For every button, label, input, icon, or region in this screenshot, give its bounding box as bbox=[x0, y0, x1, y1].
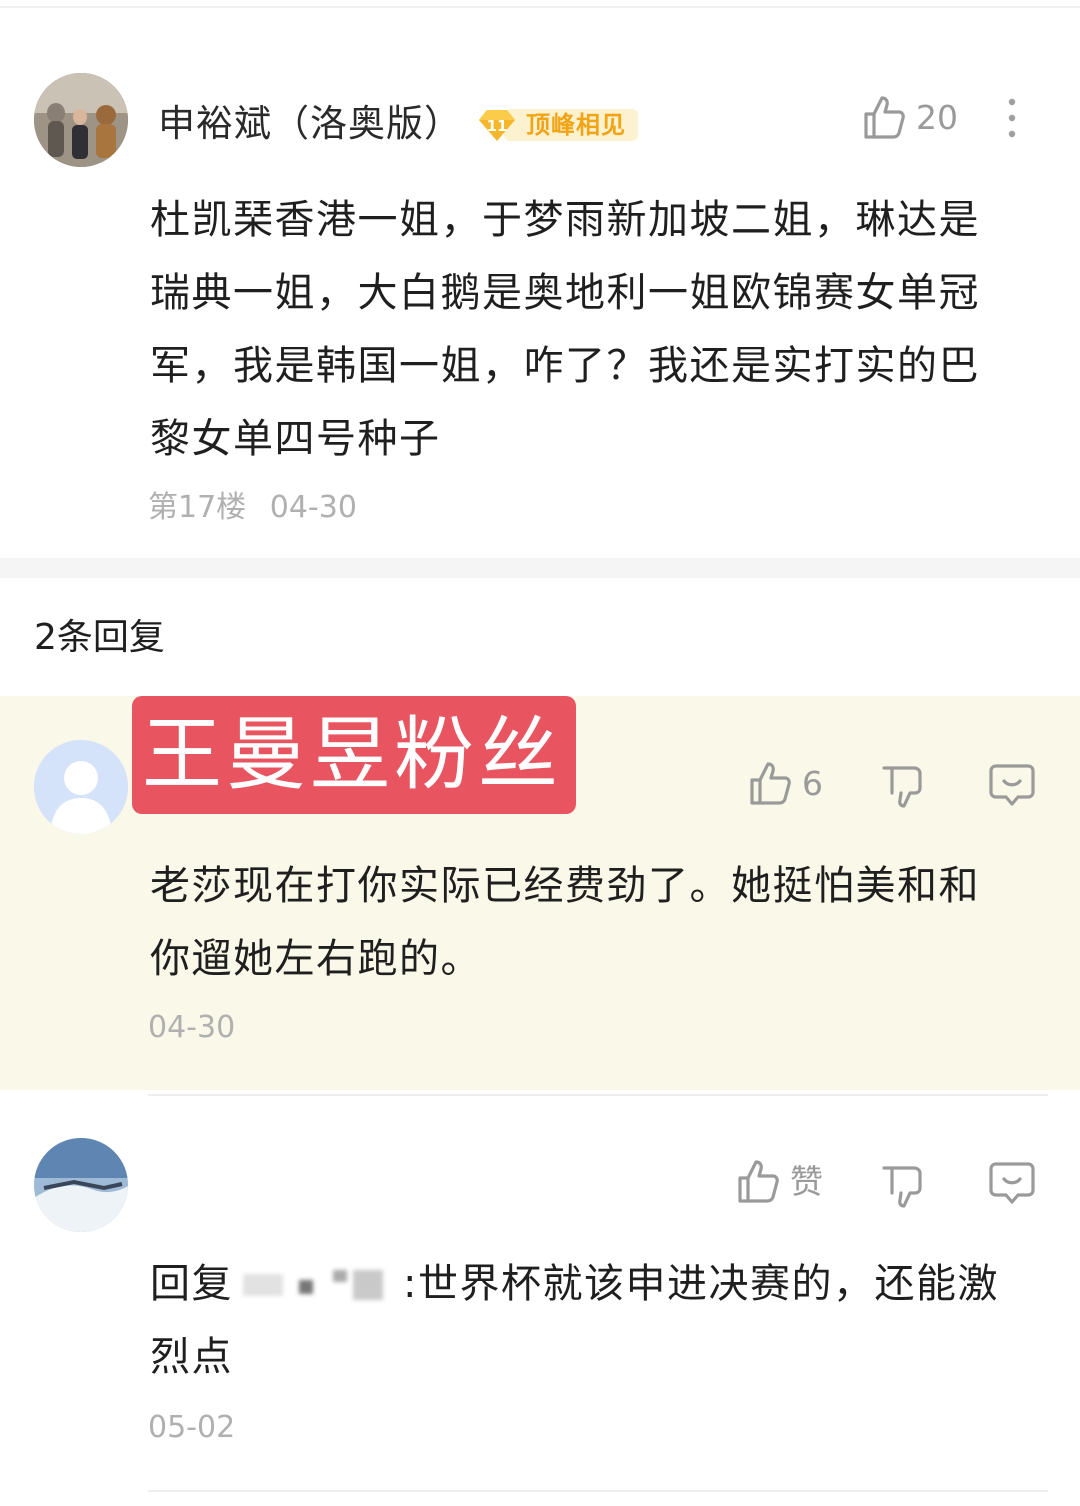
reply-line: 你遛她左右跑的。 bbox=[150, 936, 482, 982]
diamond-level-icon: 11 bbox=[479, 110, 515, 141]
top-divider bbox=[0, 6, 1080, 8]
reply-line: 回复 :世界杯就该申进决赛的，还能激 bbox=[150, 1248, 1040, 1321]
comment-date: 04-30 bbox=[269, 490, 357, 525]
comment-meta: 第17楼 04-30 bbox=[148, 490, 357, 526]
thumbs-up-icon bbox=[750, 762, 791, 805]
thumbs-down-icon[interactable] bbox=[880, 1164, 926, 1210]
fan-label-text: 王曼昱粉丝 bbox=[142, 708, 562, 801]
like-button[interactable]: 赞 bbox=[736, 1158, 836, 1208]
author-name-obscured[interactable] bbox=[156, 1168, 386, 1212]
badge-pill: 顶峰相见 bbox=[504, 109, 638, 141]
reply-divider bbox=[148, 1490, 1048, 1492]
reply-count-header: 2条回复 bbox=[34, 617, 165, 658]
mentioned-user-obscured[interactable] bbox=[233, 1266, 403, 1306]
like-button[interactable]: 20 bbox=[862, 94, 962, 144]
author-avatar[interactable] bbox=[34, 73, 128, 167]
floor-number: 第17楼 bbox=[148, 490, 247, 525]
comment-line: 军，我是韩国一姐，咋了？我还是实打实的巴 bbox=[150, 343, 980, 389]
reply-text: :世界杯就该申进决赛的，还能激 bbox=[403, 1261, 999, 1307]
reply-bubble-icon[interactable] bbox=[988, 762, 1036, 808]
like-count: 20 bbox=[916, 98, 958, 137]
thumbs-up-icon bbox=[864, 96, 905, 139]
author-name[interactable]: 申裕斌（洛奥版） bbox=[158, 100, 462, 148]
comment-line: 瑞典一姐，大白鹅是奥地利一姐欧锦赛女单冠 bbox=[150, 270, 980, 316]
like-button[interactable]: 6 bbox=[748, 760, 838, 810]
reply-date: 05-02 bbox=[148, 1410, 236, 1445]
section-separator bbox=[0, 558, 1080, 578]
reply-prefix: 回复 bbox=[150, 1261, 233, 1307]
like-label: 赞 bbox=[790, 1162, 823, 1201]
user-avatar[interactable] bbox=[34, 1138, 128, 1232]
badge-text: 顶峰相见 bbox=[526, 111, 626, 139]
reply-date: 04-30 bbox=[148, 1010, 236, 1045]
reply-line: 老莎现在打你实际已经费劲了。她挺怕美和和 bbox=[150, 863, 980, 909]
comment-line: 黎女单四号种子 bbox=[150, 416, 441, 462]
comment-line: 杜凯琹香港一姐，于梦雨新加坡二姐，琳达是 bbox=[150, 197, 980, 243]
thumbs-down-icon[interactable] bbox=[880, 764, 926, 810]
more-options-icon[interactable] bbox=[1000, 96, 1024, 140]
reply-bubble-icon[interactable] bbox=[988, 1160, 1036, 1206]
fan-level-badge[interactable]: 顶峰相见 11 bbox=[478, 106, 640, 144]
like-count: 6 bbox=[802, 764, 823, 803]
reply-line: 烈点 bbox=[150, 1334, 233, 1380]
fan-label-tag: 王曼昱粉丝 bbox=[132, 696, 576, 814]
thumbs-up-icon bbox=[738, 1160, 779, 1203]
reply-content: 回复 :世界杯就该申进决赛的，还能激 烈点 bbox=[150, 1248, 1040, 1394]
default-avatar[interactable] bbox=[34, 740, 128, 834]
reply-content: 老莎现在打你实际已经费劲了。她挺怕美和和 你遛她左右跑的。 bbox=[150, 850, 980, 996]
comment-content: 杜凯琹香港一姐，于梦雨新加坡二姐，琳达是 瑞典一姐，大白鹅是奥地利一姐欧锦赛女单… bbox=[150, 184, 980, 476]
reply-divider bbox=[148, 1094, 1048, 1096]
svg-text:11: 11 bbox=[487, 117, 508, 135]
